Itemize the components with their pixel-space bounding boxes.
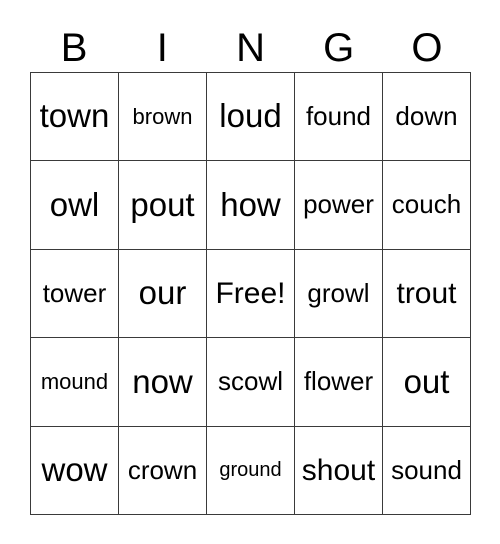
bingo-cell-label: now	[132, 362, 193, 400]
bingo-cell[interactable]: scowl	[207, 338, 295, 427]
bingo-cell-label: trout	[396, 276, 457, 310]
bingo-grid: town brown loud found down owl pout how power cou…	[30, 72, 471, 515]
bingo-cell[interactable]: out	[383, 338, 471, 427]
bingo-cell[interactable]: Free!	[207, 249, 295, 339]
bingo-cell[interactable]: ground	[207, 426, 295, 515]
bingo-cell[interactable]: mound	[31, 338, 119, 427]
bingo-cell-label: brown	[132, 104, 193, 130]
bingo-cell-label: power	[303, 189, 374, 220]
bingo-cell-label: town	[39, 97, 110, 135]
bingo-cell[interactable]: brown	[119, 73, 207, 162]
bingo-cell-label: couch	[391, 189, 462, 220]
bingo-cell[interactable]: sound	[383, 426, 471, 515]
bingo-cell-label: owl	[49, 185, 100, 223]
bingo-cell[interactable]: crown	[119, 426, 207, 515]
bingo-header-letter-n: N	[236, 26, 265, 70]
bingo-cell[interactable]: couch	[383, 161, 471, 250]
bingo-cell-label: found	[305, 101, 372, 132]
bingo-cell-label: loud	[219, 97, 282, 135]
bingo-cell-label: ground	[219, 458, 282, 481]
bingo-cell[interactable]: how	[207, 161, 295, 250]
bingo-cell[interactable]: town	[31, 73, 119, 162]
bingo-cell-label: shout	[301, 453, 376, 487]
bingo-cell-label: out	[403, 362, 450, 400]
bingo-cell[interactable]: owl	[31, 161, 119, 250]
bingo-cell-label: flower	[303, 366, 374, 397]
bingo-cell[interactable]: trout	[383, 249, 471, 339]
bingo-cell[interactable]: our	[119, 249, 207, 339]
bingo-header-letter-o: O	[411, 26, 443, 70]
bingo-cell-label: wow	[41, 450, 108, 488]
bingo-cell[interactable]: wow	[31, 426, 119, 515]
bingo-cell-label: Free!	[215, 276, 286, 310]
bingo-card: B I N G O town brown loud found down owl pout h…	[0, 0, 500, 544]
bingo-cell[interactable]: shout	[295, 426, 383, 515]
bingo-header-letter-i: I	[156, 26, 168, 70]
bingo-cell-label: tower	[42, 277, 107, 308]
bingo-cell-label: pout	[130, 185, 195, 223]
bingo-header-row: B I N G O	[30, 24, 471, 72]
bingo-cell[interactable]: flower	[295, 338, 383, 427]
bingo-header-letter-g: G	[323, 26, 355, 70]
bingo-cell[interactable]: growl	[295, 249, 383, 339]
bingo-cell[interactable]: tower	[31, 249, 119, 339]
bingo-cell[interactable]: down	[383, 73, 471, 162]
bingo-cell[interactable]: loud	[207, 73, 295, 162]
bingo-cell[interactable]: power	[295, 161, 383, 250]
bingo-cell[interactable]: found	[295, 73, 383, 162]
bingo-cell-label: down	[395, 101, 458, 132]
bingo-cell-label: mound	[40, 369, 109, 395]
bingo-cell-label: crown	[127, 454, 198, 485]
bingo-cell-label: our	[138, 274, 187, 312]
bingo-header-letter-b: B	[60, 26, 88, 70]
bingo-cell-label: scowl	[217, 366, 283, 397]
bingo-cell[interactable]: pout	[119, 161, 207, 250]
bingo-cell-label: growl	[307, 277, 370, 308]
bingo-cell-label: sound	[391, 454, 462, 485]
bingo-cell[interactable]: now	[119, 338, 207, 427]
bingo-cell-label: how	[220, 185, 281, 223]
